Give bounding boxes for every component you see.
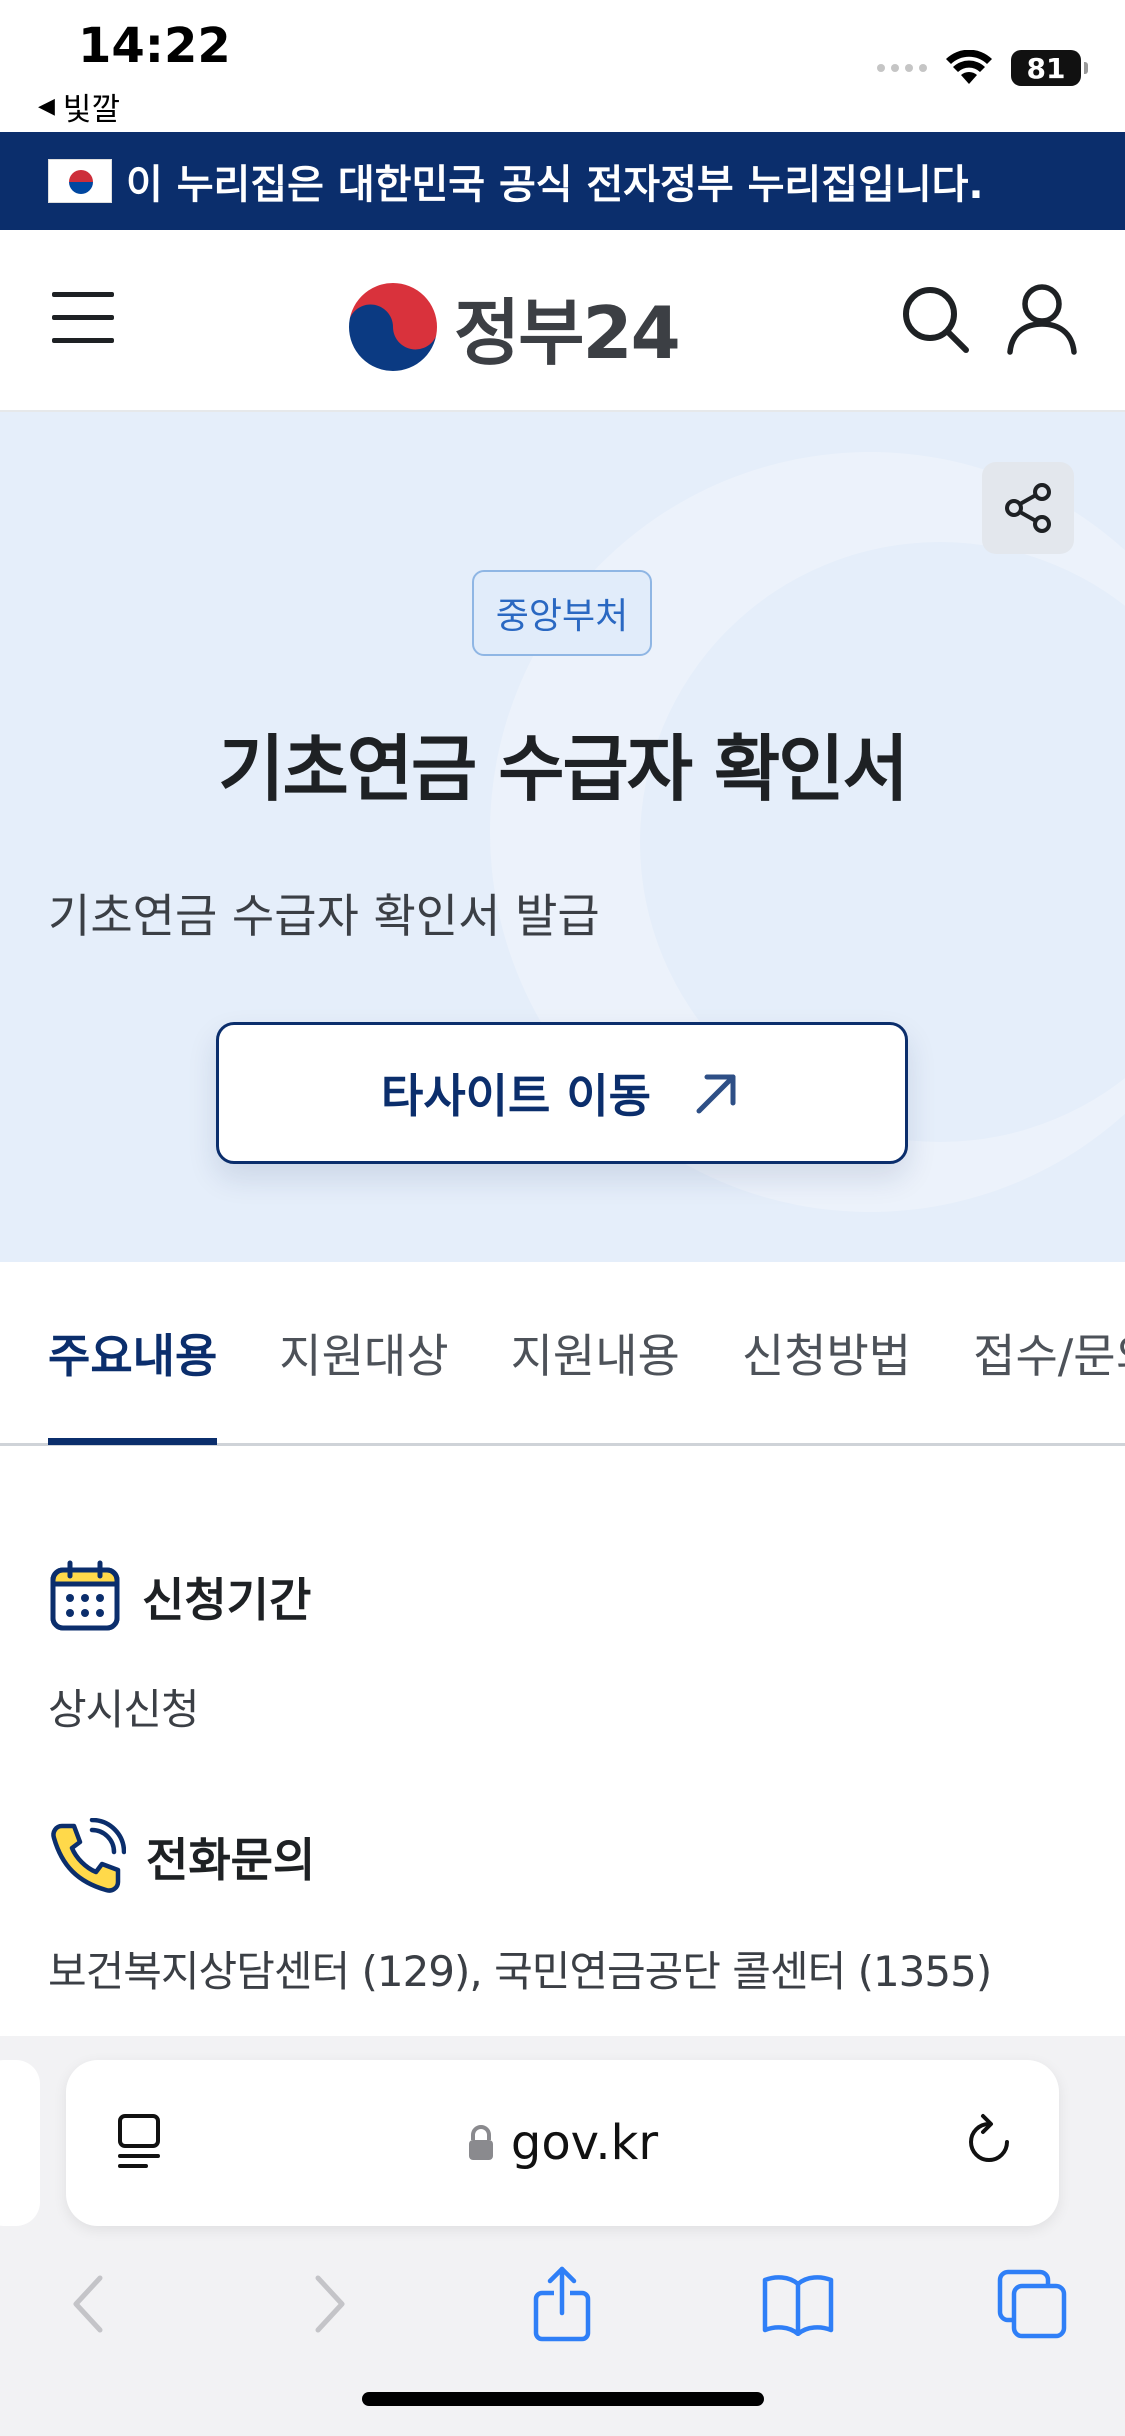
- page-title: 기초연금 수급자 확인서: [218, 727, 909, 811]
- external-site-button[interactable]: 타사이트 이동: [216, 1022, 908, 1164]
- search-button[interactable]: [898, 282, 972, 356]
- back-app-label: 빛깔: [62, 92, 120, 128]
- tab-main-content[interactable]: 주요내용: [48, 1261, 218, 1445]
- address-text-container: gov.kr: [66, 2060, 1059, 2226]
- share-icon: [1005, 483, 1051, 533]
- cellular-signal-icon: [877, 64, 927, 72]
- gov-emblem-icon: [347, 280, 439, 373]
- back-triangle-icon: ◀: [38, 94, 55, 119]
- logo-text: 정부24: [454, 291, 681, 375]
- ministry-badge: 중앙부처: [472, 570, 652, 656]
- phone-icon: [51, 1818, 126, 1893]
- browser-toolbar: gov.kr: [0, 2036, 1125, 2436]
- calendar-icon: [50, 1560, 120, 1631]
- site-logo[interactable]: 정부24: [346, 274, 681, 379]
- status-indicators: 81: [877, 46, 1088, 90]
- official-site-banner: 이 누리집은 대한민국 공식 전자정부 누리집입니다.: [0, 132, 1125, 230]
- back-button[interactable]: [48, 2264, 128, 2344]
- bookmarks-button[interactable]: [758, 2264, 838, 2344]
- address-url: gov.kr: [510, 2115, 659, 2171]
- page-description: 기초연금 수급자 확인서 발급: [48, 889, 600, 943]
- share-page-icon: [533, 2266, 591, 2342]
- user-icon: [1007, 284, 1077, 355]
- site-header: 정부24: [0, 230, 1125, 412]
- official-site-banner-text: 이 누리집은 대한민국 공식 전자정부 누리집입니다.: [126, 162, 984, 208]
- external-site-button-label: 타사이트 이동: [381, 1069, 651, 1123]
- tab-contact[interactable]: 접수/문의: [973, 1261, 1125, 1445]
- service-hero: 중앙부처 기초연금 수급자 확인서 기초연금 수급자 확인서 발급 타사이트 이…: [0, 412, 1125, 1262]
- phone-inquiry-section: 전화문의 보건복지상담센터 (129), 국민연금공단 콜센터 (1355): [48, 1818, 1078, 1999]
- menu-button[interactable]: [52, 292, 116, 348]
- home-indicator: [362, 2392, 764, 2406]
- browser-nav-row: [0, 2234, 1125, 2374]
- wifi-icon: [946, 50, 992, 84]
- application-period-title: 신청기간: [142, 1573, 312, 1627]
- application-period-value: 상시신청: [48, 1685, 200, 1734]
- battery-icon: 81: [1011, 50, 1088, 86]
- reload-icon[interactable]: [959, 2112, 1019, 2172]
- user-button[interactable]: [1004, 280, 1080, 356]
- korea-flag-icon: [48, 159, 112, 203]
- battery-level: 81: [1026, 51, 1066, 85]
- content-tabs: 주요내용 지원대상 지원내용 신청방법 접수/문의: [0, 1262, 1125, 1446]
- application-period-section: 신청기간 상시신청: [48, 1560, 1078, 1737]
- forward-button[interactable]: [290, 2264, 370, 2344]
- address-bar[interactable]: gov.kr: [66, 2060, 1059, 2226]
- tab-eligibility[interactable]: 지원대상: [279, 1261, 448, 1445]
- share-page-button[interactable]: [522, 2264, 602, 2344]
- tab-benefits[interactable]: 지원내용: [511, 1261, 680, 1445]
- phone-inquiry-value: 보건복지상담센터 (129), 국민연금공단 콜센터 (1355): [48, 1947, 992, 1996]
- status-bar: 14:22 ◀ 빛깔 81: [0, 0, 1125, 132]
- tab-how-to-apply[interactable]: 신청방법: [742, 1261, 911, 1445]
- status-time: 14:22: [78, 18, 231, 74]
- tabs-button[interactable]: [992, 2264, 1072, 2344]
- arrow-up-right-icon: [696, 1074, 736, 1114]
- search-icon: [903, 287, 969, 353]
- phone-inquiry-title: 전화문의: [146, 1833, 316, 1887]
- tabs-icon: [997, 2269, 1067, 2339]
- share-button[interactable]: [982, 462, 1074, 554]
- previous-tab-card[interactable]: [0, 2060, 40, 2226]
- back-to-app-link[interactable]: ◀ 빛깔: [38, 84, 120, 129]
- chevron-right-icon: [315, 2275, 345, 2333]
- book-icon: [762, 2275, 834, 2336]
- chevron-left-icon: [73, 2275, 103, 2333]
- lock-icon: [468, 2125, 493, 2160]
